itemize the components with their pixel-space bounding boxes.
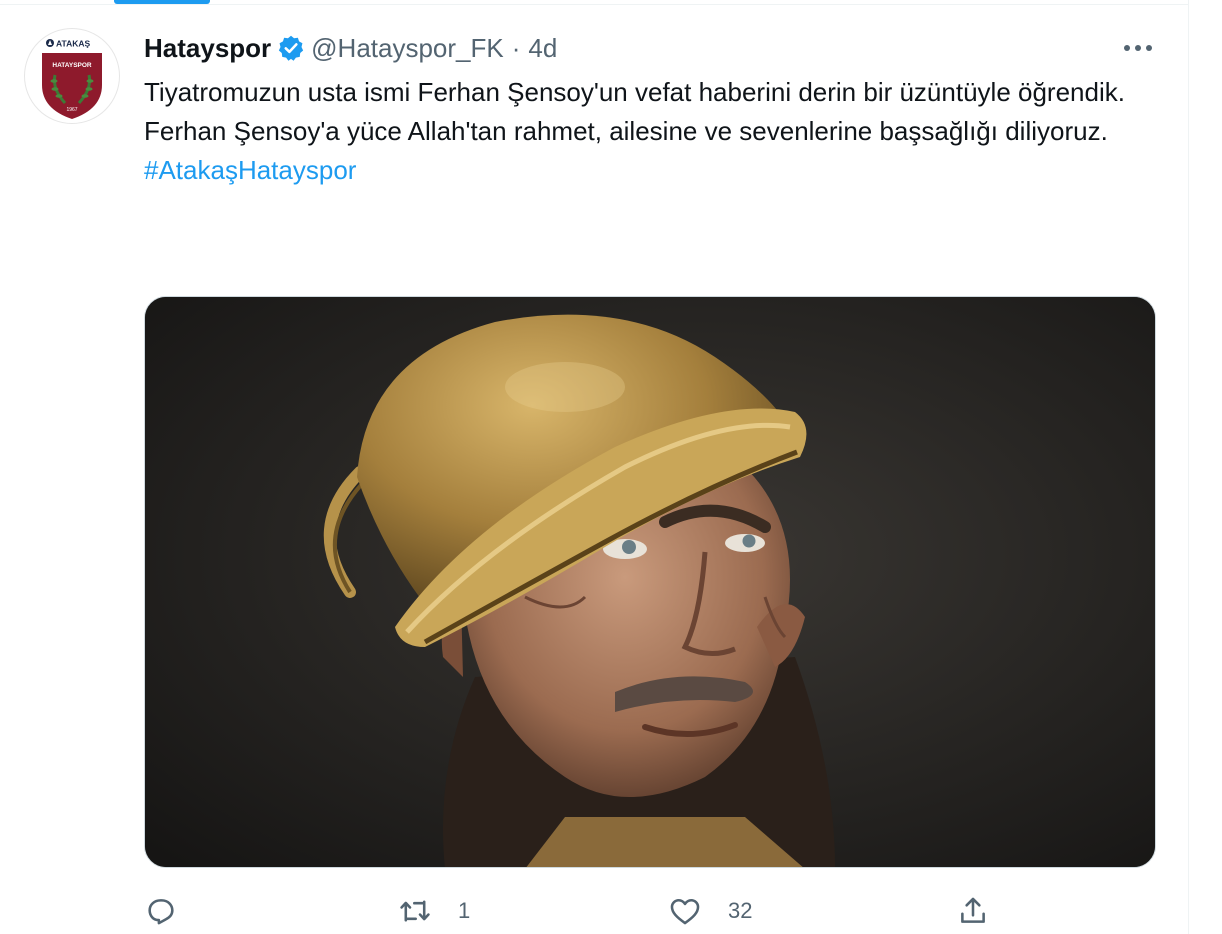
- retweet-button[interactable]: 1: [398, 888, 470, 934]
- like-count: 32: [728, 898, 753, 923]
- more-horizontal-icon: [1124, 45, 1152, 51]
- top-divider: [0, 4, 1188, 5]
- tweet-photo[interactable]: [144, 296, 1156, 868]
- user-handle[interactable]: @Hatayspor_FK: [311, 33, 504, 64]
- heart-icon: [670, 898, 700, 925]
- tweet-text: Tiyatromuzun usta ismi Ferhan Şensoy'un …: [144, 73, 1154, 190]
- tweet-actions: 1 32: [144, 888, 1154, 934]
- reply-button[interactable]: [144, 888, 204, 934]
- portrait-photo: [145, 297, 1155, 867]
- avatar-sponsor-text: ATAKAŞ: [56, 39, 90, 49]
- display-name[interactable]: Hatayspor: [144, 33, 271, 64]
- tweet-timestamp[interactable]: 4d: [528, 33, 557, 64]
- like-button[interactable]: 32: [668, 888, 752, 934]
- avatar[interactable]: ATAKAŞ HATAYSPOR 1967: [24, 28, 120, 124]
- share-icon: [961, 897, 985, 923]
- share-button[interactable]: [956, 888, 1016, 934]
- tweet-text-line: Tiyatromuzun usta ismi Ferhan Şensoy'un …: [144, 77, 1125, 107]
- avatar-year-text: 1967: [66, 107, 77, 113]
- tweet-header: Hatayspor @Hatayspor_FK · 4d: [144, 30, 557, 66]
- tweet-text-line: Ferhan Şensoy'a yüce Allah'tan rahmet, a…: [144, 116, 1108, 146]
- hashtag-link[interactable]: #AtakaşHatayspor: [144, 155, 356, 185]
- timeline-border: [1188, 0, 1189, 934]
- avatar-club-text: HATAYSPOR: [52, 62, 92, 69]
- reply-icon: [148, 899, 174, 925]
- verified-badge-icon: [277, 34, 305, 62]
- separator-dot: ·: [511, 32, 521, 63]
- retweet-icon: [400, 900, 430, 922]
- more-options-button[interactable]: [1118, 32, 1158, 64]
- club-crest-icon: ATAKAŞ HATAYSPOR 1967: [42, 39, 102, 119]
- retweet-count: 1: [458, 898, 471, 923]
